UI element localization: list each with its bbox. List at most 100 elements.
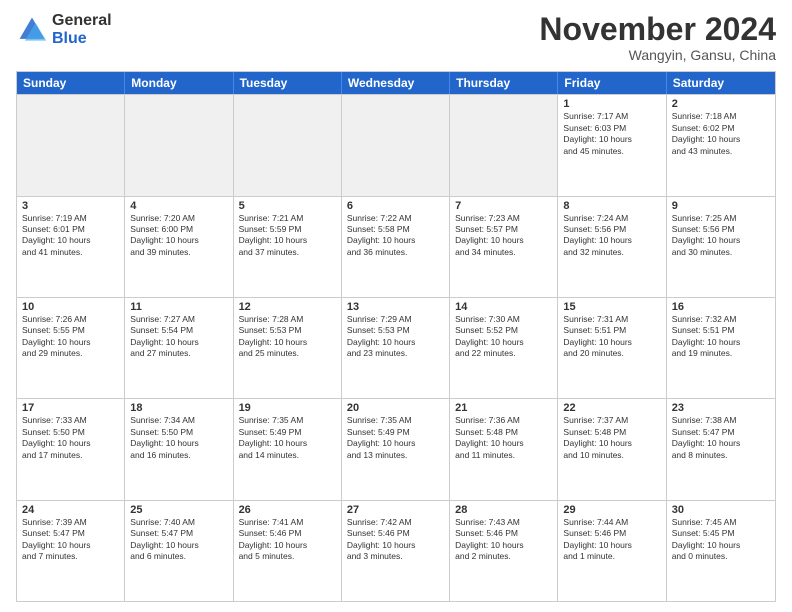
calendar-week-row: 17Sunrise: 7:33 AM Sunset: 5:50 PM Dayli… xyxy=(17,398,775,499)
day-info: Sunrise: 7:20 AM Sunset: 6:00 PM Dayligh… xyxy=(130,213,227,259)
day-info: Sunrise: 7:26 AM Sunset: 5:55 PM Dayligh… xyxy=(22,314,119,360)
calendar-cell: 18Sunrise: 7:34 AM Sunset: 5:50 PM Dayli… xyxy=(125,399,233,499)
day-number: 27 xyxy=(347,504,444,516)
day-info: Sunrise: 7:17 AM Sunset: 6:03 PM Dayligh… xyxy=(563,111,660,157)
day-number: 2 xyxy=(672,98,770,110)
calendar-header-cell: Tuesday xyxy=(234,72,342,94)
day-number: 8 xyxy=(563,200,660,212)
day-info: Sunrise: 7:44 AM Sunset: 5:46 PM Dayligh… xyxy=(563,517,660,563)
calendar-cell: 4Sunrise: 7:20 AM Sunset: 6:00 PM Daylig… xyxy=(125,197,233,297)
calendar-cell: 24Sunrise: 7:39 AM Sunset: 5:47 PM Dayli… xyxy=(17,501,125,601)
calendar-header-cell: Monday xyxy=(125,72,233,94)
day-info: Sunrise: 7:38 AM Sunset: 5:47 PM Dayligh… xyxy=(672,415,770,461)
calendar-cell: 20Sunrise: 7:35 AM Sunset: 5:49 PM Dayli… xyxy=(342,399,450,499)
calendar-cell: 27Sunrise: 7:42 AM Sunset: 5:46 PM Dayli… xyxy=(342,501,450,601)
header: General Blue November 2024 Wangyin, Gans… xyxy=(16,12,776,63)
calendar-header-cell: Saturday xyxy=(667,72,775,94)
calendar-cell: 21Sunrise: 7:36 AM Sunset: 5:48 PM Dayli… xyxy=(450,399,558,499)
calendar-cell: 19Sunrise: 7:35 AM Sunset: 5:49 PM Dayli… xyxy=(234,399,342,499)
calendar-week-row: 3Sunrise: 7:19 AM Sunset: 6:01 PM Daylig… xyxy=(17,196,775,297)
day-info: Sunrise: 7:28 AM Sunset: 5:53 PM Dayligh… xyxy=(239,314,336,360)
day-number: 17 xyxy=(22,402,119,414)
day-info: Sunrise: 7:43 AM Sunset: 5:46 PM Dayligh… xyxy=(455,517,552,563)
calendar-cell xyxy=(450,95,558,195)
day-info: Sunrise: 7:34 AM Sunset: 5:50 PM Dayligh… xyxy=(130,415,227,461)
logo-general-text: General xyxy=(52,12,112,30)
day-info: Sunrise: 7:29 AM Sunset: 5:53 PM Dayligh… xyxy=(347,314,444,360)
day-info: Sunrise: 7:25 AM Sunset: 5:56 PM Dayligh… xyxy=(672,213,770,259)
day-info: Sunrise: 7:41 AM Sunset: 5:46 PM Dayligh… xyxy=(239,517,336,563)
day-number: 10 xyxy=(22,301,119,313)
day-info: Sunrise: 7:27 AM Sunset: 5:54 PM Dayligh… xyxy=(130,314,227,360)
logo-blue-text: Blue xyxy=(52,30,112,48)
day-info: Sunrise: 7:31 AM Sunset: 5:51 PM Dayligh… xyxy=(563,314,660,360)
calendar-header-cell: Sunday xyxy=(17,72,125,94)
calendar-cell: 28Sunrise: 7:43 AM Sunset: 5:46 PM Dayli… xyxy=(450,501,558,601)
day-number: 25 xyxy=(130,504,227,516)
day-number: 1 xyxy=(563,98,660,110)
day-info: Sunrise: 7:36 AM Sunset: 5:48 PM Dayligh… xyxy=(455,415,552,461)
day-number: 21 xyxy=(455,402,552,414)
calendar-cell: 16Sunrise: 7:32 AM Sunset: 5:51 PM Dayli… xyxy=(667,298,775,398)
day-info: Sunrise: 7:33 AM Sunset: 5:50 PM Dayligh… xyxy=(22,415,119,461)
calendar-cell: 3Sunrise: 7:19 AM Sunset: 6:01 PM Daylig… xyxy=(17,197,125,297)
calendar-cell: 26Sunrise: 7:41 AM Sunset: 5:46 PM Dayli… xyxy=(234,501,342,601)
calendar-cell: 25Sunrise: 7:40 AM Sunset: 5:47 PM Dayli… xyxy=(125,501,233,601)
day-number: 26 xyxy=(239,504,336,516)
calendar-cell: 29Sunrise: 7:44 AM Sunset: 5:46 PM Dayli… xyxy=(558,501,666,601)
logo-text: General Blue xyxy=(52,12,112,47)
day-number: 4 xyxy=(130,200,227,212)
day-info: Sunrise: 7:32 AM Sunset: 5:51 PM Dayligh… xyxy=(672,314,770,360)
calendar-page: General Blue November 2024 Wangyin, Gans… xyxy=(0,0,792,612)
day-info: Sunrise: 7:22 AM Sunset: 5:58 PM Dayligh… xyxy=(347,213,444,259)
calendar-cell: 7Sunrise: 7:23 AM Sunset: 5:57 PM Daylig… xyxy=(450,197,558,297)
day-info: Sunrise: 7:42 AM Sunset: 5:46 PM Dayligh… xyxy=(347,517,444,563)
day-info: Sunrise: 7:21 AM Sunset: 5:59 PM Dayligh… xyxy=(239,213,336,259)
day-number: 28 xyxy=(455,504,552,516)
day-info: Sunrise: 7:39 AM Sunset: 5:47 PM Dayligh… xyxy=(22,517,119,563)
calendar-cell: 17Sunrise: 7:33 AM Sunset: 5:50 PM Dayli… xyxy=(17,399,125,499)
calendar-cell: 23Sunrise: 7:38 AM Sunset: 5:47 PM Dayli… xyxy=(667,399,775,499)
calendar-cell: 5Sunrise: 7:21 AM Sunset: 5:59 PM Daylig… xyxy=(234,197,342,297)
calendar-cell: 10Sunrise: 7:26 AM Sunset: 5:55 PM Dayli… xyxy=(17,298,125,398)
calendar-cell: 30Sunrise: 7:45 AM Sunset: 5:45 PM Dayli… xyxy=(667,501,775,601)
month-title: November 2024 xyxy=(539,12,776,47)
calendar-cell: 15Sunrise: 7:31 AM Sunset: 5:51 PM Dayli… xyxy=(558,298,666,398)
day-info: Sunrise: 7:40 AM Sunset: 5:47 PM Dayligh… xyxy=(130,517,227,563)
day-number: 5 xyxy=(239,200,336,212)
calendar-cell: 8Sunrise: 7:24 AM Sunset: 5:56 PM Daylig… xyxy=(558,197,666,297)
day-info: Sunrise: 7:37 AM Sunset: 5:48 PM Dayligh… xyxy=(563,415,660,461)
day-number: 3 xyxy=(22,200,119,212)
day-info: Sunrise: 7:18 AM Sunset: 6:02 PM Dayligh… xyxy=(672,111,770,157)
calendar-week-row: 10Sunrise: 7:26 AM Sunset: 5:55 PM Dayli… xyxy=(17,297,775,398)
calendar-cell: 14Sunrise: 7:30 AM Sunset: 5:52 PM Dayli… xyxy=(450,298,558,398)
calendar-header-cell: Friday xyxy=(558,72,666,94)
day-number: 6 xyxy=(347,200,444,212)
day-number: 7 xyxy=(455,200,552,212)
calendar-body: 1Sunrise: 7:17 AM Sunset: 6:03 PM Daylig… xyxy=(17,94,775,601)
calendar-cell: 11Sunrise: 7:27 AM Sunset: 5:54 PM Dayli… xyxy=(125,298,233,398)
day-number: 29 xyxy=(563,504,660,516)
day-number: 19 xyxy=(239,402,336,414)
logo-icon xyxy=(16,14,48,46)
day-number: 20 xyxy=(347,402,444,414)
calendar-cell: 12Sunrise: 7:28 AM Sunset: 5:53 PM Dayli… xyxy=(234,298,342,398)
day-number: 15 xyxy=(563,301,660,313)
title-block: November 2024 Wangyin, Gansu, China xyxy=(539,12,776,63)
calendar-cell: 1Sunrise: 7:17 AM Sunset: 6:03 PM Daylig… xyxy=(558,95,666,195)
logo: General Blue xyxy=(16,12,112,47)
calendar-cell: 2Sunrise: 7:18 AM Sunset: 6:02 PM Daylig… xyxy=(667,95,775,195)
day-number: 14 xyxy=(455,301,552,313)
day-number: 18 xyxy=(130,402,227,414)
calendar-cell: 13Sunrise: 7:29 AM Sunset: 5:53 PM Dayli… xyxy=(342,298,450,398)
calendar-cell: 6Sunrise: 7:22 AM Sunset: 5:58 PM Daylig… xyxy=(342,197,450,297)
day-info: Sunrise: 7:24 AM Sunset: 5:56 PM Dayligh… xyxy=(563,213,660,259)
calendar-cell: 22Sunrise: 7:37 AM Sunset: 5:48 PM Dayli… xyxy=(558,399,666,499)
calendar-cell xyxy=(234,95,342,195)
calendar-week-row: 1Sunrise: 7:17 AM Sunset: 6:03 PM Daylig… xyxy=(17,94,775,195)
day-number: 9 xyxy=(672,200,770,212)
day-number: 22 xyxy=(563,402,660,414)
day-number: 30 xyxy=(672,504,770,516)
day-number: 11 xyxy=(130,301,227,313)
day-info: Sunrise: 7:23 AM Sunset: 5:57 PM Dayligh… xyxy=(455,213,552,259)
